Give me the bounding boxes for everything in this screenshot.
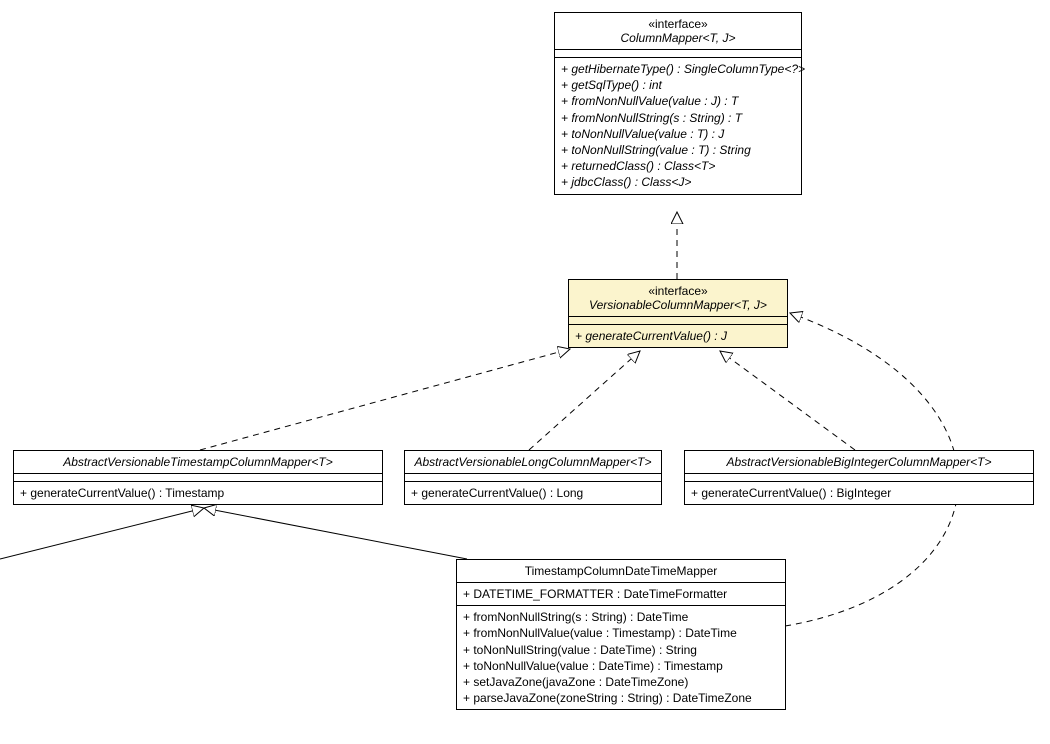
method: + fromNonNullString(s : String) : DateTi… <box>463 609 779 625</box>
stereotype: «interface» <box>575 284 781 298</box>
class-timestamp-datetime-mapper: TimestampColumnDateTimeMapper + DATETIME… <box>456 559 786 710</box>
method: + returnedClass() : Class<T> <box>561 158 795 174</box>
method: + getSqlType() : int <box>561 77 795 93</box>
method: + generateCurrentValue() : Timestamp <box>20 485 376 501</box>
method: + toNonNullString(value : T) : String <box>561 142 795 158</box>
method: + fromNonNullValue(value : Timestamp) : … <box>463 625 779 641</box>
class-name: AbstractVersionableLongColumnMapper<T> <box>411 455 655 469</box>
method: + fromNonNullString(s : String) : T <box>561 110 795 126</box>
class-column-mapper: «interface» ColumnMapper<T, J> + getHibe… <box>554 12 802 195</box>
attr-compartment <box>14 473 382 481</box>
method-compartment: + fromNonNullString(s : String) : DateTi… <box>457 605 785 709</box>
method-compartment: + generateCurrentValue() : Long <box>405 481 661 504</box>
class-name: TimestampColumnDateTimeMapper <box>463 564 779 578</box>
method: + toNonNullString(value : DateTime) : St… <box>463 642 779 658</box>
method: + jdbcClass() : Class<J> <box>561 174 795 190</box>
class-abstract-long-mapper: AbstractVersionableLongColumnMapper<T> +… <box>404 450 662 505</box>
method: + toNonNullValue(value : T) : J <box>561 126 795 142</box>
attr-compartment <box>685 473 1033 481</box>
attribute: + DATETIME_FORMATTER : DateTimeFormatter <box>463 586 779 602</box>
method: + generateCurrentValue() : Long <box>411 485 655 501</box>
method: + toNonNullValue(value : DateTime) : Tim… <box>463 658 779 674</box>
attr-compartment <box>569 316 787 324</box>
attr-compartment <box>555 49 801 57</box>
method: + generateCurrentValue() : BigInteger <box>691 485 1027 501</box>
method: + getHibernateType() : SingleColumnType<… <box>561 61 795 77</box>
attr-compartment <box>405 473 661 481</box>
class-name: AbstractVersionableBigIntegerColumnMappe… <box>691 455 1027 469</box>
attr-compartment: + DATETIME_FORMATTER : DateTimeFormatter <box>457 582 785 605</box>
method: + parseJavaZone(zoneString : String) : D… <box>463 690 779 706</box>
method-compartment: + generateCurrentValue() : Timestamp <box>14 481 382 504</box>
method-compartment: + generateCurrentValue() : BigInteger <box>685 481 1033 504</box>
stereotype: «interface» <box>561 17 795 31</box>
class-abstract-bigint-mapper: AbstractVersionableBigIntegerColumnMappe… <box>684 450 1034 505</box>
class-name: AbstractVersionableTimestampColumnMapper… <box>20 455 376 469</box>
method: + generateCurrentValue() : J <box>575 328 781 344</box>
method-compartment: + generateCurrentValue() : J <box>569 324 787 347</box>
class-name: VersionableColumnMapper<T, J> <box>575 298 781 312</box>
method: + fromNonNullValue(value : J) : T <box>561 93 795 109</box>
class-versionable-column-mapper: «interface» VersionableColumnMapper<T, J… <box>568 279 788 348</box>
class-abstract-timestamp-mapper: AbstractVersionableTimestampColumnMapper… <box>13 450 383 505</box>
class-name: ColumnMapper<T, J> <box>561 31 795 45</box>
method-compartment: + getHibernateType() : SingleColumnType<… <box>555 57 801 194</box>
method: + setJavaZone(javaZone : DateTimeZone) <box>463 674 779 690</box>
